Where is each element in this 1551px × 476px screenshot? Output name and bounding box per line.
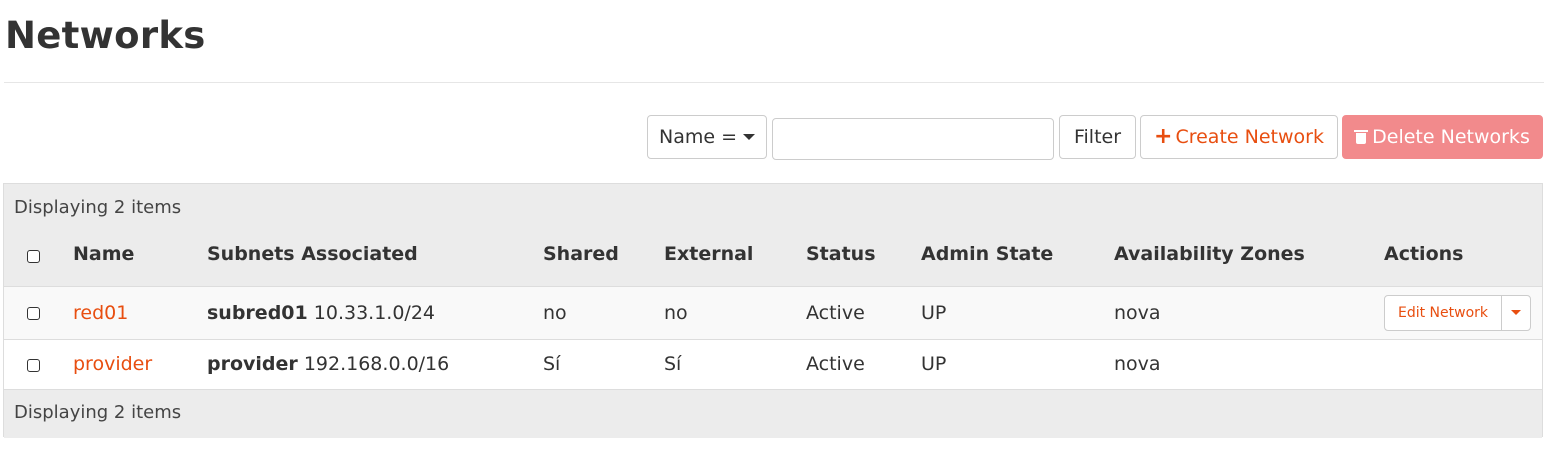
column-header-status[interactable]: Status xyxy=(806,243,876,265)
plus-icon: + xyxy=(1154,124,1173,149)
filter-field-select[interactable]: Name = xyxy=(647,115,767,159)
shared-cell: Sí xyxy=(543,353,561,375)
subnet-cidr: 192.168.0.0/16 xyxy=(303,353,450,375)
shared-cell: no xyxy=(543,302,567,324)
networks-page: Networks Name = Filter + Create Network D… xyxy=(0,0,1551,476)
column-header-zones[interactable]: Availability Zones xyxy=(1114,243,1305,265)
page-title: Networks xyxy=(5,14,206,57)
filter-input[interactable] xyxy=(772,118,1054,160)
row-checkbox[interactable] xyxy=(27,307,40,320)
network-name-link[interactable]: red01 xyxy=(73,302,128,324)
subnets-cell: provider 192.168.0.0/16 xyxy=(207,353,449,375)
table-footer: Displaying 2 items xyxy=(4,389,1542,438)
network-name-link[interactable]: provider xyxy=(73,353,152,375)
zones-cell: nova xyxy=(1114,302,1161,324)
edit-network-button[interactable]: Edit Network xyxy=(1385,296,1502,330)
more-actions-toggle[interactable] xyxy=(1502,296,1531,330)
column-header-external[interactable]: External xyxy=(664,243,753,265)
filter-button[interactable]: Filter xyxy=(1059,115,1136,159)
row-checkbox[interactable] xyxy=(27,359,40,372)
column-header-shared[interactable]: Shared xyxy=(543,243,619,265)
networks-table: Displaying 2 items Name Subnets Associat… xyxy=(3,183,1543,438)
admin-state-cell: UP xyxy=(921,353,947,375)
delete-networks-button[interactable]: Delete Networks xyxy=(1342,115,1543,159)
column-header-name[interactable]: Name xyxy=(73,243,134,265)
status-cell: Active xyxy=(806,353,865,375)
zones-cell: nova xyxy=(1114,353,1161,375)
create-network-label: Create Network xyxy=(1175,126,1324,148)
caret-down-icon xyxy=(1511,310,1521,315)
table-row: provider provider 192.168.0.0/16 Sí Sí A… xyxy=(4,339,1542,390)
caret-down-icon xyxy=(743,133,755,140)
table-header: Displaying 2 items Name Subnets Associat… xyxy=(4,184,1542,290)
subnet-cidr: 10.33.1.0/24 xyxy=(313,302,436,324)
subnet-name: provider xyxy=(207,353,298,375)
subnet-name: subred01 xyxy=(207,302,308,324)
delete-networks-label: Delete Networks xyxy=(1372,126,1530,148)
external-cell: no xyxy=(664,302,688,324)
status-cell: Active xyxy=(806,302,865,324)
column-header-admin-state[interactable]: Admin State xyxy=(921,243,1053,265)
external-cell: Sí xyxy=(664,353,682,375)
admin-state-cell: UP xyxy=(921,302,947,324)
subnets-cell: subred01 10.33.1.0/24 xyxy=(207,302,435,324)
column-header-actions: Actions xyxy=(1384,243,1464,265)
filter-field-label: Name = xyxy=(658,126,737,148)
column-header-subnets[interactable]: Subnets Associated xyxy=(207,243,418,265)
trash-icon xyxy=(1354,130,1369,144)
select-all-checkbox[interactable] xyxy=(27,250,40,263)
items-count-bottom: Displaying 2 items xyxy=(14,402,182,423)
row-actions: Edit Network xyxy=(1384,295,1531,331)
table-row: red01 subred01 10.33.1.0/24 no no Active… xyxy=(4,286,1542,340)
page-header: Networks xyxy=(4,0,1544,83)
create-network-button[interactable]: + Create Network xyxy=(1140,115,1338,159)
items-count-top: Displaying 2 items xyxy=(14,197,182,218)
